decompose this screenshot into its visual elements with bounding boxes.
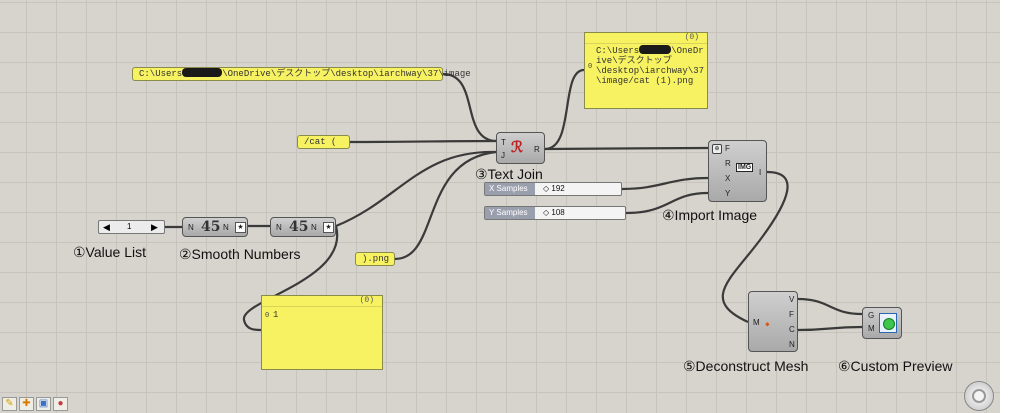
- value-list[interactable]: ◀ 1 ▶: [98, 220, 165, 234]
- label-smooth-numbers: ②Smooth Numbers: [179, 246, 301, 262]
- prefix-panel[interactable]: /cat (: [297, 135, 350, 149]
- redaction-mark: [182, 68, 223, 77]
- deconstruct-output-n[interactable]: N: [789, 340, 795, 349]
- y-samples-value: ◇ 108: [543, 207, 565, 219]
- toolbar-move-icon[interactable]: ✚: [19, 397, 34, 411]
- number-panel-header: (0): [262, 296, 382, 307]
- output-line1-end: \OneDr: [671, 46, 704, 56]
- label-custom-preview: ⑥Custom Preview: [838, 358, 953, 374]
- number-panel-index: 0: [265, 312, 270, 320]
- mesh-icon: ⬩: [765, 316, 770, 331]
- y-samples-slider[interactable]: Y Samples ◇ 108: [484, 206, 626, 220]
- deconstruct-output-f[interactable]: F: [789, 310, 794, 319]
- smooth1-input-port[interactable]: N: [188, 223, 194, 232]
- redaction-mark: [639, 45, 672, 54]
- toolbar-group-icon[interactable]: ▣: [36, 397, 51, 411]
- deconstruct-output-v[interactable]: V: [789, 295, 794, 304]
- output-panel-index: 0: [588, 63, 593, 71]
- smooth2-output-port[interactable]: N: [311, 223, 317, 232]
- label-value-list: ①Value List: [73, 244, 146, 260]
- output-panel[interactable]: (0) 0 C:\Users \OneDr ive\デスクトップ \desktop…: [584, 32, 708, 109]
- preview-input-m[interactable]: M: [868, 324, 875, 333]
- deconstruct-output-c[interactable]: C: [789, 325, 795, 334]
- compass-inner-icon: [972, 389, 986, 403]
- number-panel-value: 1: [273, 310, 279, 320]
- x-samples-value: ◇ 192: [543, 183, 565, 195]
- number-panel[interactable]: (0) 0 1: [261, 295, 383, 370]
- smooth2-input-port[interactable]: N: [276, 223, 282, 232]
- preview-sphere-icon: [883, 318, 895, 330]
- output-lines: ive\デスクトップ \desktop\iarchway\37 \image/c…: [596, 56, 705, 86]
- x-samples-number: 192: [551, 184, 565, 193]
- path-panel[interactable]: C:\Users \OneDrive\デスクトップ\desktop\iarchwa…: [132, 67, 471, 81]
- star-icon: ★: [323, 222, 334, 233]
- output-line1-start: C:\Users: [596, 46, 640, 56]
- import-image-input-f[interactable]: F: [725, 144, 730, 153]
- x-samples-slider[interactable]: X Samples ◇ 192: [484, 182, 622, 196]
- smooth-numbers-1[interactable]: N 45 N ★: [182, 217, 248, 237]
- arrow-left-icon[interactable]: ◀: [103, 222, 110, 233]
- output-panel-header: (0): [585, 33, 707, 44]
- output-panel-text: C:\Users \OneDr ive\デスクトップ \desktop\iarch…: [596, 45, 705, 86]
- text-join-icon: ℛ: [511, 139, 523, 156]
- text-join-component[interactable]: T J ℛ R: [496, 132, 545, 164]
- label-text-join: ③Text Join: [475, 166, 543, 182]
- preview-icon: [879, 313, 897, 333]
- deconstruct-input-m[interactable]: M: [753, 318, 760, 327]
- right-margin: [1000, 0, 1024, 413]
- text-join-output-r[interactable]: R: [534, 145, 540, 154]
- import-image-component[interactable]: ⊕ F R X Y IMG I: [708, 140, 767, 202]
- deconstruct-mesh-component[interactable]: M ⬩ V F C N: [748, 291, 798, 352]
- custom-preview-component[interactable]: G M: [862, 307, 902, 339]
- text-join-input-j[interactable]: J: [501, 151, 505, 160]
- y-samples-name: Y Samples: [485, 207, 535, 219]
- prefix-text: /cat (: [304, 137, 337, 147]
- suffix-text: ).png: [362, 254, 390, 264]
- smooth-numbers-2[interactable]: N 45 N ★: [270, 217, 336, 237]
- suffix-panel[interactable]: ).png: [355, 252, 395, 266]
- import-image-input-y[interactable]: Y: [725, 189, 730, 198]
- text-join-input-t[interactable]: T: [501, 138, 506, 147]
- file-path-icon: ⊕: [712, 144, 722, 154]
- smooth1-output-port[interactable]: N: [223, 223, 229, 232]
- import-image-output-i[interactable]: I: [759, 168, 761, 177]
- preview-input-g[interactable]: G: [868, 311, 874, 320]
- import-image-input-x[interactable]: X: [725, 174, 730, 183]
- star-icon: ★: [235, 222, 246, 233]
- path-text-start: C:\Users: [139, 69, 183, 79]
- smooth-numbers-icon: 45: [289, 219, 309, 235]
- grasshopper-canvas[interactable]: C:\Users \OneDrive\デスクトップ\desktop\iarchwa…: [0, 0, 1000, 413]
- path-text-end: \OneDrive\デスクトップ\desktop\iarchway\37\ima…: [222, 69, 471, 79]
- label-deconstruct-mesh: ⑤Deconstruct Mesh: [683, 358, 809, 374]
- x-samples-name: X Samples: [485, 183, 535, 195]
- toolbar-bake-icon[interactable]: ●: [53, 397, 68, 411]
- label-import-image: ④Import Image: [662, 207, 758, 223]
- smooth-numbers-icon: 45: [201, 219, 221, 235]
- toolbar-sketch-icon[interactable]: ✎: [2, 397, 17, 411]
- y-samples-number: 108: [551, 208, 565, 217]
- import-image-input-r[interactable]: R: [725, 159, 731, 168]
- image-icon: IMG: [736, 163, 754, 172]
- arrow-right-icon[interactable]: ▶: [151, 222, 158, 233]
- value-list-value: 1: [127, 222, 132, 231]
- navigation-compass-icon[interactable]: [964, 381, 994, 411]
